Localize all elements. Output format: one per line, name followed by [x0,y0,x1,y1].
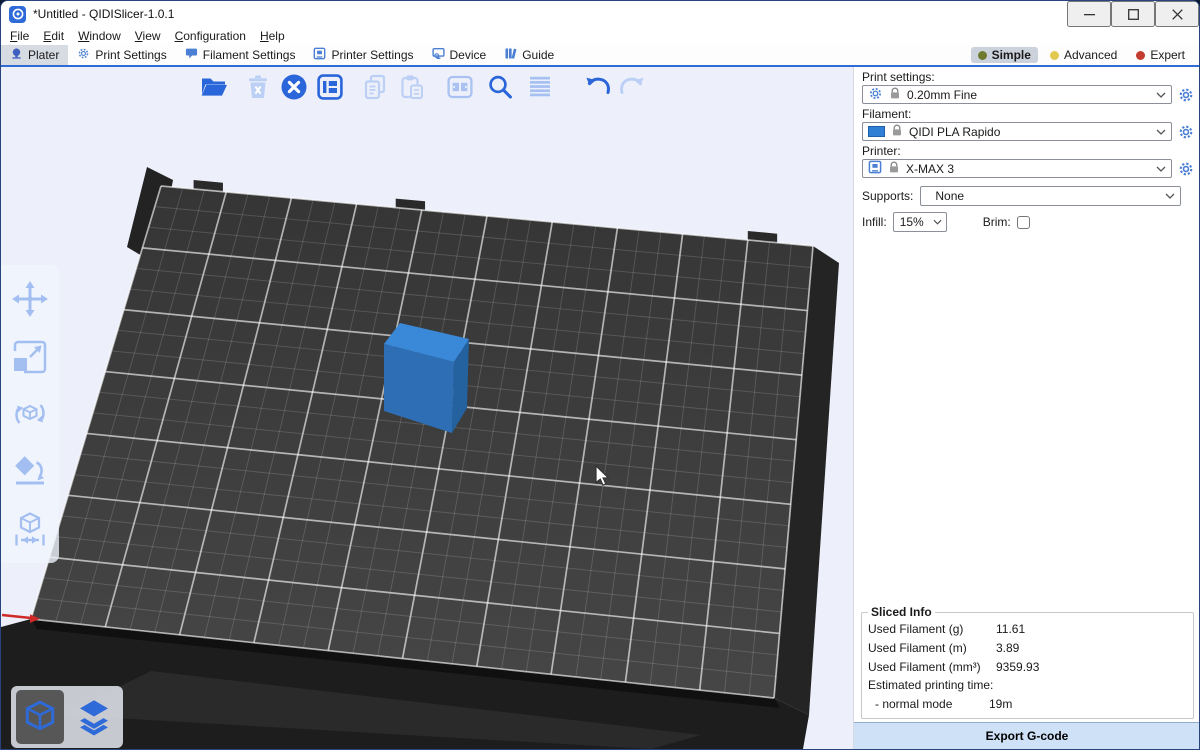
open-folder-icon[interactable] [197,70,231,104]
window-title: *Untitled - QIDISlicer-1.0.1 [33,7,174,21]
advanced-dot-icon [1050,51,1059,60]
sliced-info-row: Used Filament (m) 3.89 [868,638,1187,657]
close-button[interactable] [1155,1,1199,27]
delete-icon[interactable] [241,70,275,104]
printer-gear-button[interactable] [1177,160,1195,178]
filament-gear-button[interactable] [1177,123,1195,141]
tab-device[interactable]: Device [423,45,496,65]
view-mode-switch [11,686,123,748]
copy-icon[interactable] [359,70,393,104]
supports-value: None [935,189,964,203]
print-settings-combo[interactable]: 0.20mm Fine [862,85,1172,104]
simple-dot-icon [978,51,987,60]
menu-bar: File Edit Window View Configuration Help [1,27,1199,45]
gizmo-toolbar [1,265,59,563]
move-gizmo-icon[interactable] [7,276,53,322]
mode-switcher: Simple Advanced Expert [971,45,1199,65]
chevron-down-icon [1156,129,1166,135]
supports-combo[interactable]: None [920,186,1181,206]
device-icon [432,47,445,63]
chevron-down-icon [1156,166,1166,172]
lock-icon [888,161,900,177]
filament-combo[interactable]: QIDI PLA Rapido [862,122,1172,141]
printer-combo[interactable]: X-MAX 3 [862,159,1172,178]
app-window: *Untitled - QIDISlicer-1.0.1 File Edit W… [0,0,1200,750]
redo-icon[interactable] [615,70,649,104]
chevron-down-icon [933,219,942,225]
menu-edit[interactable]: Edit [36,29,71,43]
tab-bar: Plater Print Settings Filament Settings … [1,45,1199,67]
brim-checkbox[interactable] [1017,216,1030,229]
sliced-info-row: Used Filament (mm³) 9359.93 [868,657,1187,676]
variable-layer-height-icon[interactable] [523,70,557,104]
infill-combo[interactable]: 15% [893,212,947,232]
tab-printer-settings[interactable]: Printer Settings [304,45,422,65]
cut-gizmo-icon[interactable] [7,506,53,552]
filament-value: QIDI PLA Rapido [909,125,1000,139]
plater-toolbar [197,70,649,104]
filament-color-swatch [868,126,885,137]
brim-label: Brim: [983,215,1011,229]
print-settings-value: 0.20mm Fine [907,88,977,102]
printing-time-row: - normal mode 19m [868,694,1187,713]
app-logo-icon [9,6,26,23]
mode-advanced[interactable]: Advanced [1043,47,1124,63]
arrange-icon[interactable] [313,70,347,104]
preview-layers-icon[interactable] [70,690,118,744]
menu-window[interactable]: Window [71,29,128,43]
print-settings-gear-button[interactable] [1177,86,1195,104]
sliced-info-box: Sliced Info Used Filament (g) 11.61 Used… [861,605,1194,719]
infill-label: Infill: [862,215,887,229]
search-icon[interactable] [483,70,517,104]
delete-all-icon[interactable] [277,70,311,104]
build-plate-scene [1,67,853,749]
filament-icon [185,47,198,63]
split-instances-icon[interactable] [443,70,477,104]
filament-label: Filament: [862,107,1192,121]
chevron-down-icon [1156,92,1166,98]
sliced-info-title: Sliced Info [868,605,935,619]
tab-plater[interactable]: Plater [1,45,68,65]
printer-label: Printer: [862,144,1192,158]
rotate-gizmo-icon[interactable] [7,391,53,437]
menu-configuration[interactable]: Configuration [168,29,253,43]
minimize-button[interactable] [1067,1,1111,27]
expert-dot-icon [1136,51,1145,60]
scale-gizmo-icon[interactable] [7,334,53,380]
menu-view[interactable]: View [128,29,168,43]
sliced-info-row: Used Filament (g) 11.61 [868,619,1187,638]
printer-icon [313,47,326,63]
menu-help[interactable]: Help [253,29,292,43]
paste-icon[interactable] [395,70,429,104]
tab-print-settings[interactable]: Print Settings [68,45,175,65]
place-on-face-gizmo-icon[interactable] [7,448,53,494]
tab-filament-settings[interactable]: Filament Settings [176,45,305,65]
printer-icon [868,160,882,177]
mode-expert[interactable]: Expert [1129,47,1192,63]
printing-time-header: Estimated printing time: [868,676,1187,694]
gear-icon [868,86,883,104]
export-gcode-button[interactable]: Export G-code [854,722,1200,749]
title-bar: *Untitled - QIDISlicer-1.0.1 [1,1,1199,27]
printer-value: X-MAX 3 [906,162,954,176]
supports-label: Supports: [862,189,913,203]
chevron-down-icon [1165,193,1175,199]
gear-icon [77,47,90,63]
undo-icon[interactable] [581,70,615,104]
3d-editor-view-icon[interactable] [16,690,64,744]
lock-icon [891,124,903,140]
maximize-button[interactable] [1111,1,1155,27]
settings-panel: Print settings: 0.20mm Fine Filament: QI… [853,67,1200,749]
infill-value: 15% [900,215,924,229]
menu-file[interactable]: File [3,29,36,43]
lock-icon [889,87,901,103]
mode-simple[interactable]: Simple [971,47,1038,63]
tab-guide[interactable]: Guide [495,45,563,65]
3d-viewport[interactable] [1,67,853,749]
panel-spacer [854,232,1200,605]
print-settings-label: Print settings: [862,70,1192,84]
plater-icon [10,47,23,63]
guide-icon [504,47,517,63]
